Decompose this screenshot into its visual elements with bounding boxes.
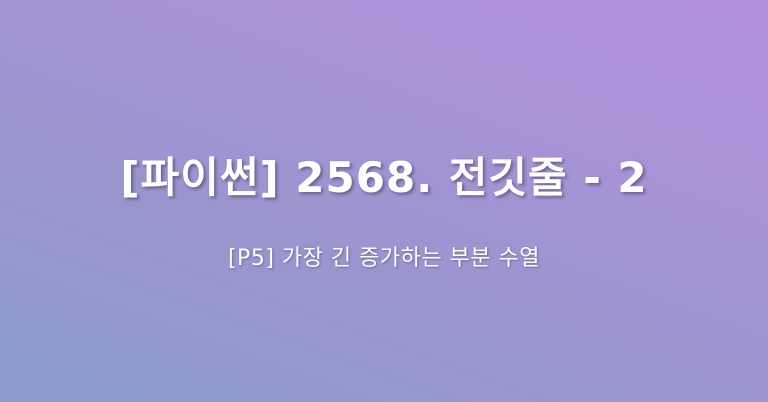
post-thumbnail-banner: [파이썬] 2568. 전깃줄 - 2 [P5] 가장 긴 증가하는 부분 수열 [0, 0, 768, 402]
post-title: [파이썬] 2568. 전깃줄 - 2 [120, 153, 648, 202]
post-subtitle: [P5] 가장 긴 증가하는 부분 수열 [227, 246, 541, 271]
